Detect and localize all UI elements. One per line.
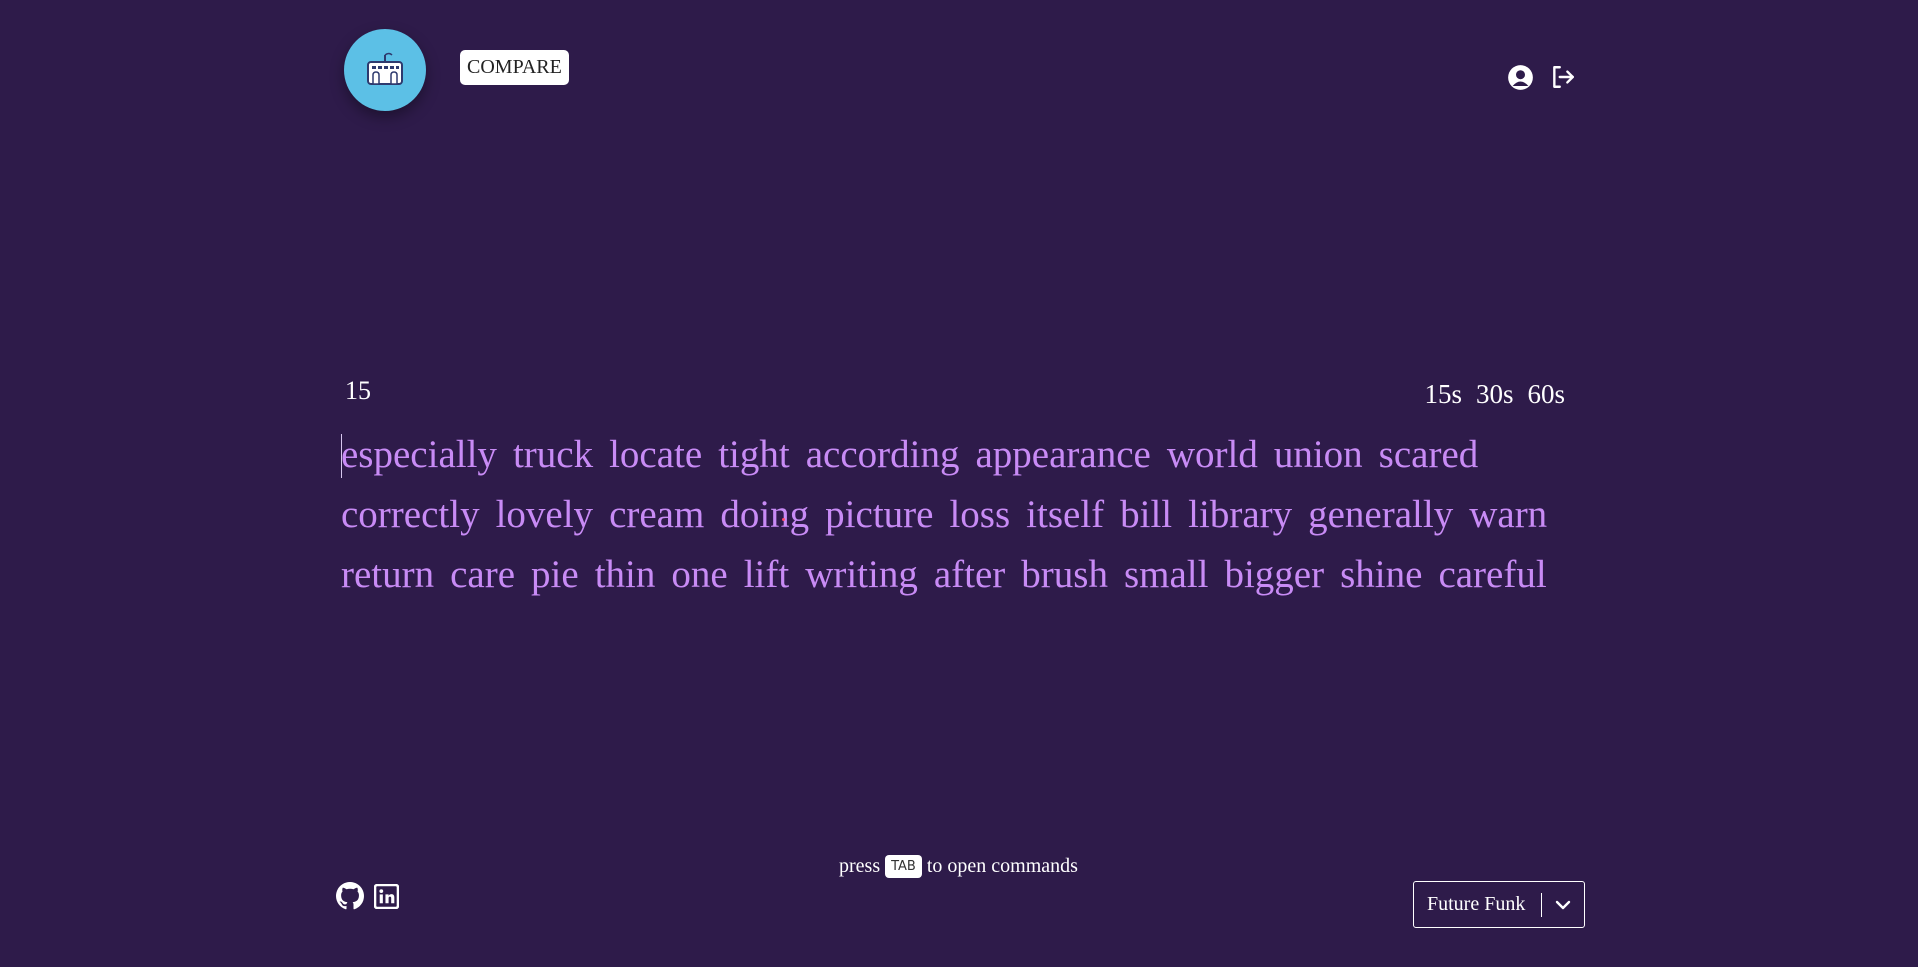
typing-test-page: COMPARE 15 15s 30s 60s especially truck lo… [0,0,1918,967]
word: shine [1340,553,1423,596]
word: warn [1469,493,1548,536]
word: lovely [495,493,594,536]
word: tight [718,433,790,476]
keyboard-logo-icon[interactable] [344,29,426,111]
word: truck [512,433,594,476]
word: brush [1021,553,1108,596]
command-hint: press TAB to open commands [839,855,1078,878]
word: scared [1378,433,1479,476]
word: one [671,553,728,596]
countdown-timer: 15 [345,376,371,405]
word: itself [1026,493,1105,536]
word: correctly [341,493,480,536]
word: thin [594,553,656,596]
compare-button[interactable]: COMPARE [460,50,569,85]
time-option-30s[interactable]: 30s [1476,379,1514,410]
word: bill [1120,493,1173,536]
word: world [1166,433,1258,476]
word: according [805,433,960,476]
github-icon[interactable] [336,882,364,910]
word: generally [1308,493,1454,536]
word: writing [805,553,918,596]
theme-select-value: Future Funk [1427,893,1526,915]
error-marker [782,518,785,521]
time-option-60s[interactable]: 60s [1527,379,1565,410]
text-caret [341,434,342,478]
social-links [336,882,400,910]
word: especially [341,433,497,476]
linkedin-icon[interactable] [372,882,400,910]
word: lift [743,553,790,596]
hint-text-after: to open commands [926,855,1078,877]
word: pie [531,553,579,596]
typing-words-area[interactable]: especially truck locate tight according appea… [341,425,1571,605]
theme-select[interactable]: Future Funk [1413,881,1585,928]
time-option-15s[interactable]: 15s [1424,379,1462,410]
word: return [341,553,435,596]
logout-icon[interactable] [1548,62,1578,92]
word: small [1123,553,1209,596]
word: picture [825,493,934,536]
word: care [450,553,516,596]
word: doing [720,493,810,536]
word-line: especially truck locate tight according appea… [341,425,1571,485]
word: loss [949,493,1011,536]
word-line: return care pie thin one lift writing after brus… [341,545,1571,605]
word: cream [609,493,705,536]
tab-key-badge: TAB [885,855,922,878]
hint-text-before: press [839,855,881,877]
word: union [1273,433,1363,476]
word: appearance [975,433,1151,476]
word: bigger [1224,553,1325,596]
word: locate [609,433,703,476]
word-line: correctly lovely cream doing picture loss itse… [341,485,1571,545]
chevron-down-icon[interactable] [1542,900,1584,910]
time-options: 15s 30s 60s [1424,379,1565,410]
word: careful [1438,553,1547,596]
account-icon[interactable] [1505,62,1535,92]
word: after [933,553,1006,596]
word: library [1188,493,1293,536]
